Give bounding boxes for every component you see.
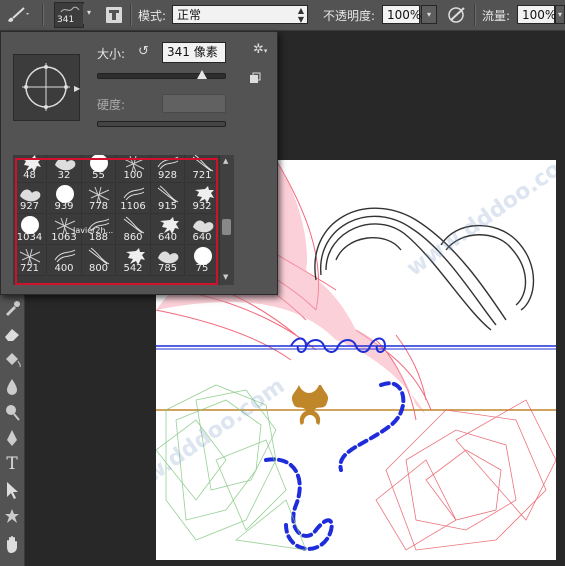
- options-bar: 341 ▾ 模式: 正常 ▲ ▼ 不透明度: 100% ▾ 流量: 100% ▾: [0, 0, 565, 31]
- blur-icon[interactable]: [2, 376, 22, 396]
- gear-icon[interactable]: ✲▾: [253, 42, 271, 58]
- pen-icon[interactable]: [2, 428, 22, 448]
- scroll-up-icon[interactable]: ▲: [223, 157, 228, 165]
- mode-select[interactable]: 正常 ▲ ▼: [172, 5, 308, 24]
- brush-tool-icon[interactable]: [4, 5, 30, 25]
- eyedropper-icon[interactable]: [2, 298, 22, 318]
- hand-tool-icon[interactable]: [2, 534, 22, 554]
- updown-arrows-icon: ▲ ▼: [297, 6, 304, 24]
- selection-highlight: [15, 158, 218, 285]
- chevron-down-icon[interactable]: ▾: [83, 4, 95, 24]
- size-input[interactable]: 341 像素: [162, 42, 226, 63]
- custom-shape-icon[interactable]: [2, 506, 22, 526]
- hardness-slider[interactable]: [97, 121, 226, 127]
- mode-label: 模式:: [138, 9, 167, 23]
- brush-size-value: 341: [57, 15, 75, 25]
- hardness-input[interactable]: [162, 94, 226, 113]
- scrollbar-thumb[interactable]: [222, 219, 231, 235]
- brush-tip-preview: [13, 54, 80, 121]
- tools-panel: T: [0, 290, 25, 566]
- flow-label: 流量:: [482, 9, 511, 23]
- preset-scrollbar[interactable]: ▲ ▼: [220, 155, 234, 285]
- size-slider-handle[interactable]: [197, 70, 207, 79]
- pressure-opacity-icon[interactable]: [446, 5, 468, 25]
- arrow-right-icon: ▶: [74, 84, 81, 93]
- opacity-label: 不透明度:: [323, 9, 376, 23]
- eraser-icon[interactable]: [2, 324, 22, 344]
- opacity-input[interactable]: 100%: [382, 5, 421, 24]
- mode-value: 正常: [177, 8, 202, 22]
- brush-panel-toggle-icon[interactable]: [104, 5, 124, 25]
- paint-bucket-icon[interactable]: [2, 350, 22, 370]
- flow-input[interactable]: 100%: [517, 5, 556, 24]
- type-tool-icon[interactable]: T: [2, 454, 22, 474]
- opacity-dropdown-button[interactable]: ▾: [421, 5, 437, 24]
- flow-dropdown-button[interactable]: ▾: [555, 5, 565, 24]
- scroll-down-icon[interactable]: ▼: [223, 273, 228, 281]
- path-selection-icon[interactable]: [2, 480, 22, 500]
- hardness-label: 硬度:: [97, 98, 126, 112]
- reset-size-icon[interactable]: ↺: [138, 45, 154, 61]
- dodge-icon[interactable]: [2, 402, 22, 422]
- brush-preset-picker[interactable]: 341: [54, 2, 84, 28]
- brush-preset-panel: ▶ 大小: ↺ 341 像素 ✲▾ 硬度: 48 32 55 100 928 721 927…: [0, 31, 278, 295]
- new-preset-icon[interactable]: [249, 72, 261, 84]
- size-label: 大小:: [97, 47, 126, 61]
